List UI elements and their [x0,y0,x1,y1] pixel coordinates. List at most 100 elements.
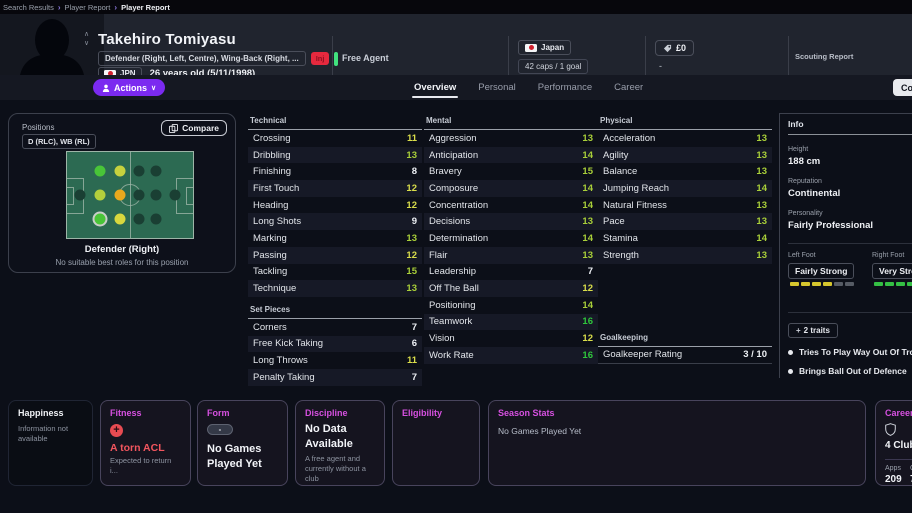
trait-text: Brings Ball Out of Defence [799,366,907,376]
attribute-row[interactable]: Long Shots 9 [248,213,422,231]
reputation-value: Continental [788,188,841,199]
attribute-row[interactable]: Leadership 7 [424,264,598,281]
eligibility-title: Eligibility [402,408,443,418]
discipline-headline: No Data Available [305,423,353,450]
attribute-row[interactable]: Strength 13 [598,246,772,264]
season-stats-title: Season Stats [498,408,555,418]
attribute-row[interactable]: Marking 13 [248,230,422,247]
goalkeeper-rating-row[interactable]: Goalkeeper Rating 3 / 10 [598,347,772,364]
attribute-row[interactable]: Teamwork 16 [424,313,598,331]
breadcrumb-item[interactable]: Search Results [3,3,54,12]
form-text: No Games Played Yet [207,443,262,470]
position-dot [74,189,86,201]
national-team-block: Japan 42 caps / 1 goal [518,40,589,74]
mental-column: Mental Aggression 13 Anticipation 14 Bravery… [424,113,598,364]
position-dot [94,213,106,225]
attribute-row[interactable]: Aggression 13 [424,130,598,147]
attribute-row[interactable]: Natural Fitness 13 [598,197,772,214]
attribute-row[interactable]: Positioning 14 [424,297,598,314]
breadcrumb-separator-icon: › [57,2,61,12]
eligibility-card[interactable]: Eligibility [392,400,480,486]
attribute-row[interactable]: Crossing 11 [248,130,422,147]
foot-strength-segment [845,282,854,286]
attribute-row[interactable]: First Touch 12 [248,180,422,197]
attribute-label: Dribbling [253,149,291,161]
attribute-label: Flair [429,249,448,261]
tab-performance[interactable]: Performance [538,75,592,100]
position-dot [114,165,126,177]
tab-personal[interactable]: Personal [478,75,516,100]
best-roles-note: No suitable best roles for this position [55,258,189,267]
attribute-label: Teamwork [429,316,473,328]
attribute-row[interactable]: Flair 13 [424,246,598,264]
happiness-card[interactable]: Happiness Information not available [8,400,93,486]
attribute-value: 15 [582,166,593,178]
attribute-value: 14 [582,182,593,194]
height-label: Height [788,146,809,153]
attribute-row[interactable]: Heading 12 [248,197,422,214]
attribute-row[interactable]: Corners 7 [248,319,422,336]
attribute-row[interactable]: Pace 13 [598,213,772,231]
injury-return: Expected to return i... [110,456,172,476]
attribute-row[interactable]: Vision 12 [424,330,598,347]
attribute-row[interactable]: Tackling 15 [248,264,422,281]
attribute-value: 12 [406,249,417,261]
attribute-row[interactable]: Determination 14 [424,230,598,247]
selected-position: Defender (Right) [84,244,160,255]
attribute-row[interactable]: Long Throws 11 [248,352,422,369]
attribute-row[interactable]: Stamina 14 [598,230,772,247]
transfer-value-block: £0 - [655,40,695,71]
attribute-row[interactable]: Technique 13 [248,280,422,297]
attribute-row[interactable]: Finishing 8 [248,163,422,180]
left-foot-block: Left Foot Fairly Strong [788,252,855,286]
tab-overview[interactable]: Overview [411,75,459,100]
attribute-value: 13 [756,149,767,161]
attribute-row[interactable]: Balance 13 [598,163,772,180]
attribute-row[interactable]: Anticipation 14 [424,146,598,164]
career-stats-card[interactable]: Career Stats 4 Clubs Apps209Goals7 [875,400,912,486]
form-card[interactable]: Form - No Games Played Yet [197,400,288,486]
breadcrumb-item[interactable]: Player Report [65,3,111,12]
position-dot [169,189,181,201]
tab-bar: Actions ∨ Overview Personal Performance Car… [0,75,912,100]
attribute-label: Finishing [253,166,292,178]
attribute-row[interactable]: Concentration 14 [424,197,598,214]
foot-strength-segment [801,282,810,286]
attribute-row[interactable]: Acceleration 13 [598,130,772,147]
breadcrumb-item[interactable]: Player Report [121,3,170,12]
set-pieces-list: Corners 7 Free Kick Taking 6 Long Throws 11 Pe… [248,319,422,386]
attribute-row[interactable]: Work Rate 16 [424,346,598,364]
caret-up-icon[interactable]: ∧ [84,31,89,39]
attribute-row[interactable]: Penalty Taking 7 [248,368,422,386]
tag-icon [663,44,672,52]
season-stats-card[interactable]: Season Stats No Games Played Yet [488,400,866,486]
attribute-row[interactable]: Dribbling 13 [248,146,422,164]
fitness-card[interactable]: Fitness + A torn ACL Expected to return … [100,400,191,486]
discipline-card[interactable]: Discipline No Data Available A free agen… [295,400,385,486]
caps-pill: 42 caps / 1 goal [518,59,589,74]
attribute-row[interactable]: Decisions 13 [424,213,598,231]
condition-bar [334,51,339,66]
bullet-icon [788,368,793,374]
compare-button-top[interactable]: Compare [893,79,912,96]
attribute-row[interactable]: Passing 12 [248,246,422,264]
attribute-row[interactable]: Composure 14 [424,180,598,197]
attribute-row[interactable]: Jumping Reach 14 [598,180,772,197]
attribute-label: Pace [603,216,625,228]
actions-button[interactable]: Actions ∨ [93,79,166,96]
traits-badge[interactable]: + 2 traits [788,323,838,338]
left-foot-label: Left Foot [788,252,816,259]
attribute-label: Vision [429,333,455,345]
attribute-row[interactable]: Off The Ball 12 [424,280,598,297]
position-dot [94,165,106,177]
attribute-label: Positioning [429,299,476,311]
tab-career[interactable]: Career [614,75,643,100]
attribute-row[interactable]: Bravery 15 [424,163,598,180]
player-cycle-carets[interactable]: ∧ ∨ [84,31,89,48]
compare-button[interactable]: Compare [161,120,227,136]
caret-down-icon[interactable]: ∨ [84,40,89,48]
divider [788,312,912,313]
attribute-row[interactable]: Free Kick Taking 6 [248,335,422,353]
positions-pill[interactable]: Defender (Right, Left, Centre), Wing-Bac… [98,51,306,66]
attribute-row[interactable]: Agility 13 [598,146,772,164]
